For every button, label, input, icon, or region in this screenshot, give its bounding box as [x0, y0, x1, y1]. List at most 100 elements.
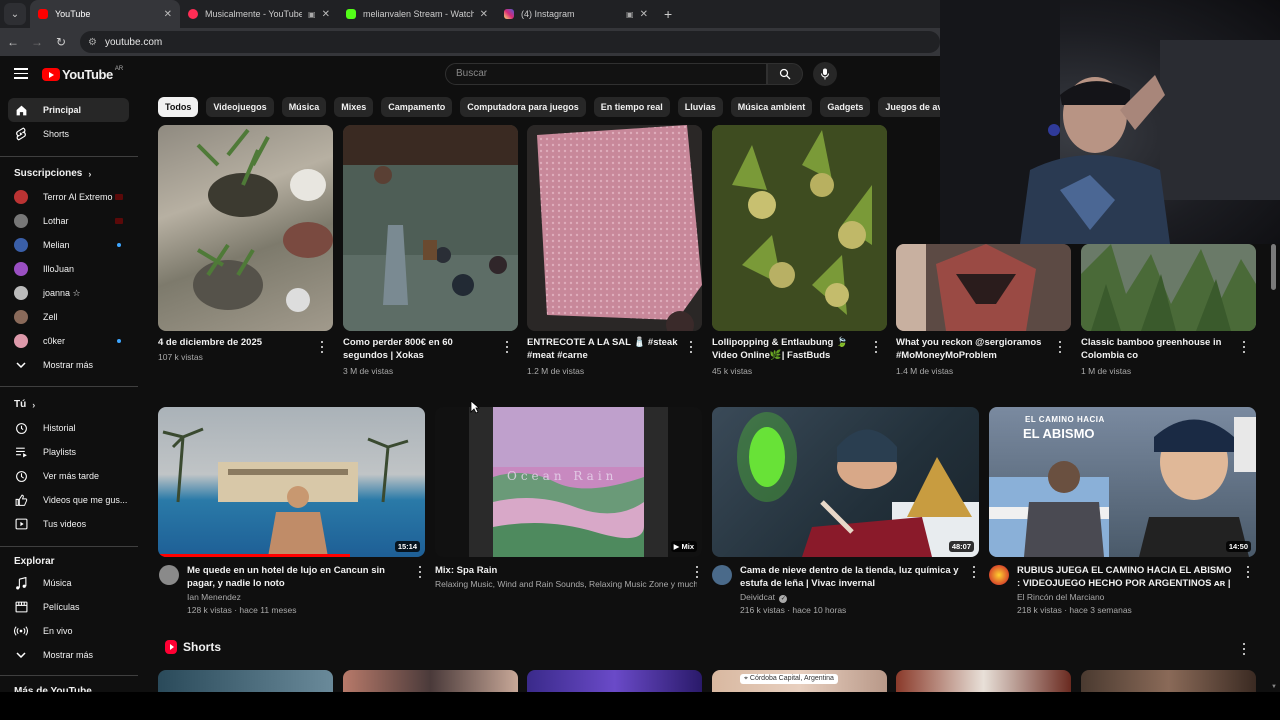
video-thumbnail[interactable] [712, 125, 887, 331]
sidebar-item-ver-mas-tarde[interactable]: Ver más tarde [8, 464, 129, 488]
video-title[interactable]: Mix: Spa Rain [435, 564, 685, 577]
more-options-icon[interactable] [874, 341, 878, 353]
channel-avatar[interactable] [159, 565, 179, 585]
video-thumbnail[interactable]: 48:07 [712, 407, 979, 557]
close-tab-icon[interactable]: ✕ [480, 9, 488, 20]
you-heading[interactable]: Tú › [14, 399, 35, 410]
sidebar-item-historial[interactable]: Historial [8, 416, 129, 440]
channel-name[interactable]: Ian Menendez [187, 591, 412, 604]
sidebar-divider [0, 156, 138, 157]
sidebar-item-subscription[interactable]: Melian [8, 233, 129, 257]
more-options-icon[interactable] [689, 341, 693, 353]
short-thumbnail[interactable] [1081, 670, 1256, 692]
browser-tab-instagram[interactable]: (4) Instagram ▣ ✕ [496, 0, 656, 28]
sidebar-item-shorts[interactable]: Shorts [8, 122, 129, 146]
close-tab-icon[interactable]: ✕ [322, 9, 330, 20]
channel-name[interactable]: Relaxing Music, Wind and Rain Sounds, Re… [435, 578, 697, 591]
more-options-icon[interactable] [972, 566, 976, 578]
sidebar-show-more-explore[interactable]: Mostrar más [8, 643, 129, 667]
browser-tab-youtube[interactable]: YouTube ✕ [30, 0, 180, 28]
browser-tab-kick[interactable]: melianvalen Stream - Watch Liv ✕ [338, 0, 496, 28]
video-thumbnail[interactable] [896, 244, 1071, 331]
more-options-icon[interactable] [1242, 643, 1246, 655]
sidebar-item-en-vivo[interactable]: En vivo [8, 619, 129, 643]
back-arrow-icon[interactable]: ← [2, 35, 24, 49]
forward-arrow-icon[interactable]: → [26, 35, 48, 49]
video-thumbnail[interactable] [158, 125, 333, 331]
channel-avatar[interactable] [989, 565, 1009, 585]
more-options-icon[interactable] [1242, 341, 1246, 353]
chip-gadgets[interactable]: Gadgets [820, 97, 871, 117]
video-thumbnail[interactable] [527, 125, 702, 331]
media-playing-icon[interactable]: ▣ [308, 10, 316, 19]
search-input[interactable]: Buscar [445, 63, 767, 85]
short-thumbnail[interactable] [158, 670, 333, 692]
chip-campamento[interactable]: Campamento [381, 97, 453, 117]
video-title[interactable]: Classic bamboo greenhouse in Colombia co [1081, 336, 1236, 362]
short-thumbnail[interactable]: ⌖ Córdoba Capital, Argentina [712, 670, 887, 692]
video-title[interactable]: RUBIUS JUEGA EL CAMINO HACIA EL ABISMO :… [1017, 564, 1232, 590]
sidebar-show-more-subscriptions[interactable]: Mostrar más [8, 353, 129, 377]
video-thumbnail[interactable]: 15:14 [158, 407, 425, 557]
short-thumbnail[interactable] [343, 670, 518, 692]
new-tab-icon[interactable]: + [664, 6, 672, 22]
video-thumbnail[interactable]: Ocean Rain ▶ Mix [435, 407, 702, 557]
chip-mixes[interactable]: Mixes [334, 97, 374, 117]
video-title[interactable]: Lollipopping & Entlaubung 🍃Video Online🌿… [712, 336, 867, 362]
media-playing-icon[interactable]: ▣ [626, 10, 634, 19]
sidebar-item-subscription[interactable]: IlloJuan [8, 257, 129, 281]
sidebar-item-videos-que-me-gustan[interactable]: Videos que me gus... [8, 488, 129, 512]
reload-icon[interactable]: ↻ [50, 35, 72, 49]
chip-computadora-para-juegos[interactable]: Computadora para juegos [460, 97, 586, 117]
video-title[interactable]: 4 de diciembre de 2025 [158, 336, 308, 349]
chip-en-tiempo-real[interactable]: En tiempo real [593, 97, 670, 117]
channel-name[interactable]: Deividcat [740, 592, 775, 602]
sidebar-item-tus-videos[interactable]: Tus videos [8, 512, 129, 536]
scrollbar-thumb[interactable] [1271, 244, 1276, 290]
video-title[interactable]: Como perder 800€ en 60 segundos | Xokas [343, 336, 498, 362]
video-thumbnail[interactable]: EL CAMINO HACIA EL ABISMO 14:50 [989, 407, 1256, 557]
sidebar-item-subscription[interactable]: c0ker [8, 329, 129, 353]
site-settings-icon[interactable]: ⚙ [88, 37, 97, 48]
search-button[interactable] [767, 63, 803, 85]
chip-videojuegos[interactable]: Videojuegos [206, 97, 274, 117]
more-options-icon[interactable] [695, 566, 699, 578]
video-title[interactable]: Me quede en un hotel de lujo en Cancun s… [187, 564, 412, 590]
subscriptions-heading[interactable]: Suscripciones › [14, 168, 91, 179]
chip-lluvias[interactable]: Lluvias [677, 97, 723, 117]
tab-search-chevron-icon[interactable]: ⌄ [4, 3, 26, 25]
chip-musica-ambient[interactable]: Música ambient [730, 97, 813, 117]
menu-icon[interactable] [14, 68, 28, 79]
sidebar-item-subscription[interactable]: joanna ☆ [8, 281, 129, 305]
sidebar-item-principal[interactable]: Principal [8, 98, 129, 122]
sidebar-item-subscription[interactable]: Zell [8, 305, 129, 329]
sidebar-item-subscription[interactable]: Terror Al Extremo [8, 185, 129, 209]
browser-tab-musicalmente[interactable]: Musicalmente - YouTube M ▣ ✕ [180, 0, 338, 28]
video-title[interactable]: What you reckon @sergioramos #MoMoneyMoP… [896, 336, 1051, 362]
short-thumbnail[interactable] [896, 670, 1071, 692]
close-tab-icon[interactable]: ✕ [164, 9, 172, 20]
more-options-icon[interactable] [505, 341, 509, 353]
video-title[interactable]: Cama de nieve dentro de la tienda, luz q… [740, 564, 960, 590]
short-thumbnail[interactable] [527, 670, 702, 692]
video-thumbnail[interactable] [343, 125, 518, 331]
channel-avatar[interactable] [712, 565, 732, 585]
youtube-logo[interactable]: YouTube AR [42, 66, 123, 82]
close-tab-icon[interactable]: ✕ [640, 9, 648, 20]
url-field[interactable]: ⚙ youtube.com [80, 31, 940, 53]
sidebar-item-subscription[interactable]: Lothar [8, 209, 129, 233]
more-options-icon[interactable] [320, 341, 324, 353]
voice-search-button[interactable] [813, 62, 837, 86]
scroll-down-arrow-icon[interactable]: ▼ [1271, 684, 1277, 690]
video-title[interactable]: ENTRECOTE A LA SAL 🧂 #steak #meat #carne [527, 336, 682, 362]
chip-todos[interactable]: Todos [158, 97, 199, 117]
more-options-icon[interactable] [1058, 341, 1062, 353]
video-thumbnail[interactable] [1081, 244, 1256, 331]
sidebar-item-musica[interactable]: Música [8, 571, 129, 595]
sidebar-item-playlists[interactable]: Playlists [8, 440, 129, 464]
chip-musica[interactable]: Música [281, 97, 327, 117]
more-options-icon[interactable] [418, 566, 422, 578]
more-options-icon[interactable] [1246, 566, 1250, 578]
channel-name[interactable]: El Rincón del Marciano [1017, 591, 1232, 604]
sidebar-item-peliculas[interactable]: Películas [8, 595, 129, 619]
